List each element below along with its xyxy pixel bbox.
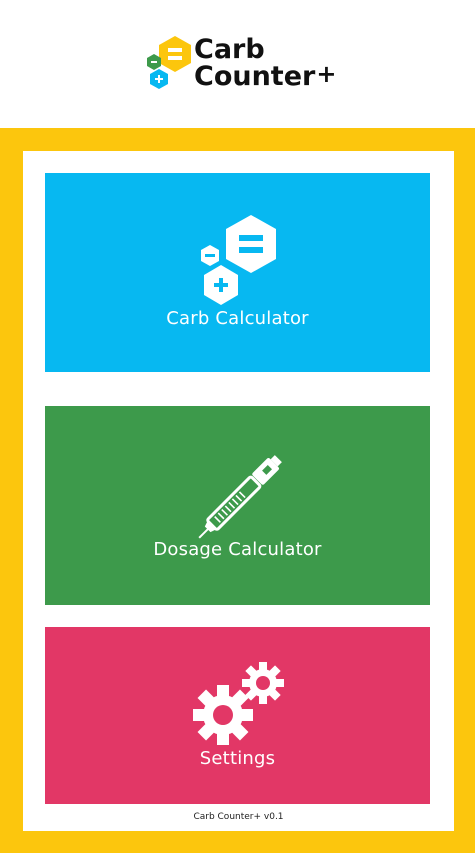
carb-hexagons-icon (201, 215, 276, 305)
dosage-calculator-label: Dosage Calculator (153, 539, 322, 560)
dosage-calculator-tile[interactable]: Dosage Calculator (45, 406, 430, 605)
insulin-pen-icon (198, 455, 282, 539)
yellow-frame: Carb Calculator Dosage Calculator Settin… (0, 128, 475, 853)
logo-line2: Counter (194, 61, 316, 92)
app-header: Carb Counter+ (0, 0, 475, 128)
version-footer: Carb Counter+ v0.1 (193, 812, 284, 822)
logo-line2-wrap: Counter+ (194, 60, 337, 92)
settings-label: Settings (199, 748, 276, 769)
menu-panel: Carb Calculator Dosage Calculator Settin… (23, 151, 454, 831)
logo-hexagons-icon (147, 36, 191, 89)
logo-plus: + (316, 60, 337, 88)
app-logo-text: Carb Counter+ (194, 36, 336, 90)
settings-tile[interactable]: Settings (45, 627, 430, 804)
carb-calculator-label: Carb Calculator (166, 308, 309, 329)
carb-calculator-tile[interactable]: Carb Calculator (45, 173, 430, 372)
gears-icon (193, 662, 284, 745)
